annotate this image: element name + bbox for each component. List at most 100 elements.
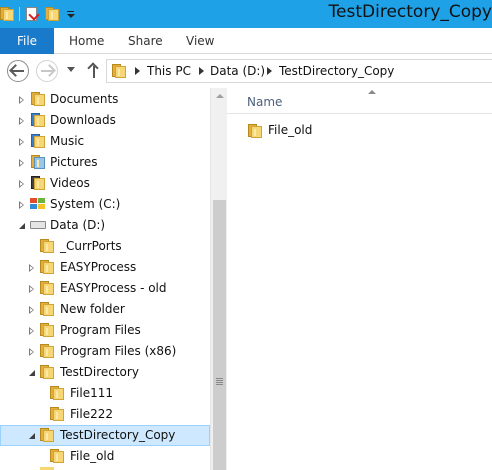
- new-folder-icon[interactable]: [45, 6, 59, 22]
- breadcrumb-data-d[interactable]: Data (D:): [210, 60, 265, 82]
- nav-item-easyprocess-old[interactable]: EASYProcess - old: [0, 278, 210, 299]
- breadcrumb-testdirectory-copy[interactable]: TestDirectory_Copy: [279, 60, 394, 82]
- window-folder-icon[interactable]: [0, 6, 14, 22]
- qat-separator: [19, 7, 20, 21]
- location-folder-icon: [112, 63, 126, 79]
- breadcrumb-chevron-icon[interactable]: [199, 67, 204, 75]
- nav-item-label: _CurrPorts: [60, 239, 122, 253]
- address-bar[interactable]: This PC Data (D:) TestDirectory_Copy: [106, 59, 492, 83]
- tab-view[interactable]: View: [186, 28, 214, 54]
- pictures-folder-icon: [31, 154, 45, 170]
- nav-item-label: File222: [70, 407, 113, 421]
- expand-chevron-icon[interactable]: [19, 180, 24, 188]
- folder-icon: [40, 280, 54, 296]
- folder-icon: [50, 448, 64, 464]
- explorer-window: TestDirectory_Copy File Home Share View …: [0, 0, 492, 470]
- up-arrow-icon: [87, 62, 99, 74]
- tab-home[interactable]: Home: [69, 28, 104, 54]
- expand-chevron-icon[interactable]: [19, 138, 24, 146]
- folder-icon: [40, 427, 54, 443]
- expand-chevron-icon[interactable]: [19, 96, 24, 104]
- folder-icon: [40, 238, 54, 254]
- file-list: Name File_old: [227, 88, 492, 470]
- expand-chevron-icon[interactable]: [19, 117, 24, 125]
- tab-share[interactable]: Share: [128, 28, 163, 54]
- column-header-row: Name: [227, 88, 492, 114]
- nav-item-label: Data (D:): [50, 218, 106, 232]
- nav-item-videos[interactable]: Videos: [0, 173, 210, 194]
- expand-chevron-icon[interactable]: [19, 201, 24, 209]
- nav-item-label: Music: [50, 134, 85, 148]
- folder-icon: [50, 406, 64, 422]
- nav-item-testdirectory-copy[interactable]: TestDirectory_Copy: [0, 425, 210, 446]
- nav-item-downloads[interactable]: Downloads: [0, 110, 210, 131]
- nav-item-new-folder[interactable]: New folder: [0, 299, 210, 320]
- nav-item-documents[interactable]: Documents: [0, 89, 210, 110]
- collapse-chevron-icon[interactable]: [29, 370, 35, 376]
- nav-item-label: File_old: [70, 449, 115, 463]
- customize-qat-icon[interactable]: [65, 6, 75, 22]
- folder-icon: [40, 259, 54, 275]
- recent-locations-chevron-icon[interactable]: [67, 67, 75, 72]
- nav-item-label: EASYProcess - old: [60, 281, 167, 295]
- sort-ascending-icon: [368, 90, 376, 94]
- nav-item-file111[interactable]: File111: [0, 383, 210, 404]
- expand-chevron-icon[interactable]: [29, 348, 34, 356]
- navigation-pane: Documents Downloads Music Pictures Video…: [0, 88, 210, 470]
- folder-icon: [248, 123, 262, 139]
- breadcrumb-chevron-icon[interactable]: [135, 67, 140, 75]
- address-row: This PC Data (D:) TestDirectory_Copy: [0, 54, 492, 88]
- nav-item-system-c[interactable]: System (C:): [0, 194, 210, 215]
- properties-icon[interactable]: [25, 6, 40, 22]
- forward-arrow-icon: [41, 70, 53, 72]
- folder-icon: [40, 322, 54, 338]
- nav-item-file222[interactable]: File222: [0, 404, 210, 425]
- grip-line: [216, 382, 223, 383]
- file-item-file-old[interactable]: File_old: [227, 120, 492, 142]
- back-arrow-icon: [12, 70, 24, 72]
- expand-chevron-icon[interactable]: [29, 285, 34, 293]
- title-bar: TestDirectory_Copy: [0, 0, 492, 28]
- nav-item-data-d[interactable]: Data (D:): [0, 215, 210, 236]
- nav-item-label: Program Files (x86): [60, 344, 177, 358]
- forward-button[interactable]: [36, 60, 58, 82]
- back-button[interactable]: [7, 60, 29, 82]
- collapse-chevron-icon[interactable]: [19, 223, 25, 229]
- music-folder-icon: [31, 133, 45, 149]
- nav-item-testdirectory[interactable]: TestDirectory: [0, 362, 210, 383]
- nav-item-pictures[interactable]: Pictures: [0, 152, 210, 173]
- nav-scrollbar[interactable]: [210, 88, 227, 470]
- nav-item-label: Documents: [50, 92, 119, 106]
- nav-item-label: TestDirectory: [60, 365, 139, 379]
- nav-item-currports[interactable]: _CurrPorts: [0, 236, 210, 257]
- nav-item-label: New folder: [60, 302, 125, 316]
- nav-item-label: EASYProcess: [60, 260, 137, 274]
- nav-item-label: Program Files: [60, 323, 141, 337]
- ribbon-tabs: File Home Share View: [0, 28, 492, 54]
- scrollbar-thumb[interactable]: [213, 200, 226, 470]
- expand-chevron-icon[interactable]: [29, 306, 34, 314]
- system-drive-icon: [30, 198, 46, 210]
- expand-chevron-icon[interactable]: [29, 264, 34, 272]
- expand-chevron-icon[interactable]: [19, 159, 24, 167]
- scroll-up-icon[interactable]: [211, 88, 228, 104]
- up-button[interactable]: [87, 62, 101, 79]
- tab-file[interactable]: File: [0, 28, 54, 54]
- breadcrumb-chevron-icon[interactable]: [267, 67, 272, 75]
- collapse-chevron-icon[interactable]: [29, 433, 35, 439]
- expand-chevron-icon[interactable]: [29, 327, 34, 335]
- folder-icon: [50, 385, 64, 401]
- nav-item-easyprocess[interactable]: EASYProcess: [0, 257, 210, 278]
- nav-item-program-files-x86[interactable]: Program Files (x86): [0, 341, 210, 362]
- videos-folder-icon: [31, 175, 45, 191]
- documents-folder-icon: [31, 91, 45, 107]
- nav-item-label: System (C:): [50, 197, 121, 211]
- folder-icon: [40, 343, 54, 359]
- nav-item-label: File111: [70, 386, 113, 400]
- breadcrumb-this-pc[interactable]: This PC: [147, 60, 191, 82]
- nav-item-file-old[interactable]: File_old: [0, 446, 210, 467]
- file-item-label: File_old: [268, 123, 313, 137]
- nav-item-program-files[interactable]: Program Files: [0, 320, 210, 341]
- nav-item-music[interactable]: Music: [0, 131, 210, 152]
- column-header-name[interactable]: Name: [247, 95, 282, 109]
